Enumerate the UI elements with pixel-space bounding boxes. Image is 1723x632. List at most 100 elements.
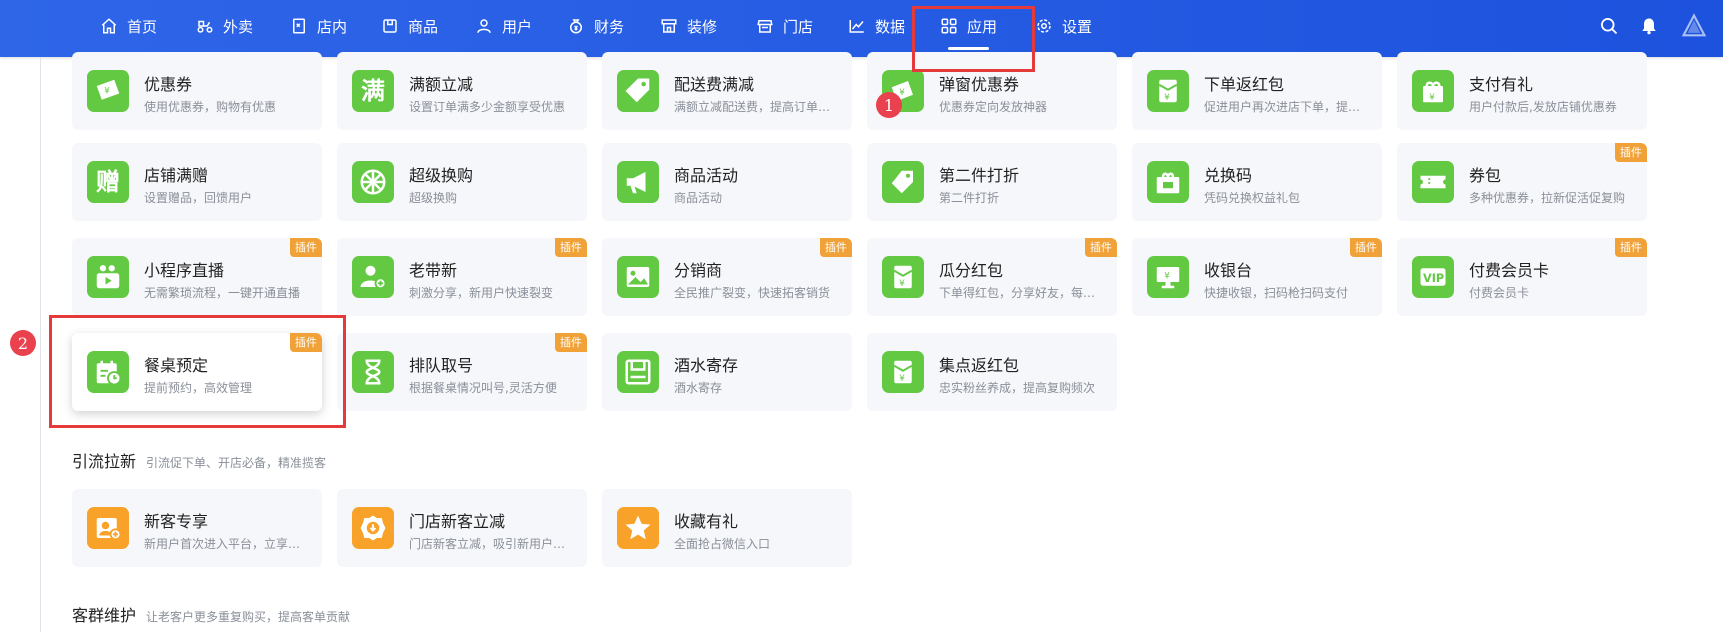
card-title: 小程序直播 — [144, 261, 225, 280]
chart-line-icon — [849, 20, 864, 33]
svg-text:¥: ¥ — [104, 87, 110, 97]
nav-users[interactable]: 用户 — [475, 0, 532, 52]
card-desc: 提前预约，高效管理 — [144, 381, 253, 395]
app-card-coupon[interactable]: ¥ 优惠券 使用优惠券，购物有优惠 — [72, 52, 322, 130]
coupon-icon: ¥ — [96, 79, 120, 100]
svg-text:¥: ¥ — [1429, 93, 1435, 103]
app-card-store-new-customer-discount[interactable]: 门店新客立减 门店新客立减，吸引新用户下单 — [337, 489, 587, 567]
card-title: 店铺满赠 — [144, 166, 209, 185]
nav-label: 门店 — [783, 17, 814, 36]
app-card-split-red-envelope[interactable]: ¥ 瓜分红包 下单得红包，分享好友，每人都有 插件 — [867, 238, 1117, 316]
app-card-order-red-envelope[interactable]: ¥ 下单返红包 促进用户再次进店下单，提升复购 — [1132, 52, 1382, 130]
card-title: 分销商 — [674, 261, 723, 280]
app-card-super-exchange[interactable]: 超级换购 超级换购 — [337, 143, 587, 221]
avatar[interactable] — [1680, 0, 1708, 52]
app-card-cashier[interactable]: ¥ 收银台 快捷收银，扫码枪扫码支付 插件 — [1132, 238, 1382, 316]
app-card-queue-number[interactable]: 排队取号 根据餐桌情况叫号,灵活方便 插件 — [337, 333, 587, 411]
app-card-new-customer[interactable]: 新客专享 新用户首次进入平台，立享好礼 — [72, 489, 322, 567]
card-desc: 商品活动 — [674, 191, 723, 205]
plugin-badge: 插件 — [290, 333, 322, 352]
card-desc: 全民推广裂变，快速拓客销货 — [674, 286, 831, 300]
plugin-badge: 插件 — [555, 238, 587, 257]
nav-label: 首页 — [127, 17, 158, 36]
avatar-logo-icon — [1681, 13, 1707, 37]
bell-icon — [1642, 18, 1656, 35]
app-card-table-reservation[interactable]: 餐桌预定 提前预约，高效管理 插件 — [72, 333, 322, 411]
app-card-popup-coupon[interactable]: ¥ 弹窗优惠券 优惠券定向发放神器 — [867, 52, 1117, 130]
live-camera-icon — [96, 265, 120, 289]
nav-finance[interactable]: 财务 — [567, 0, 624, 52]
card-desc: 快捷收银，扫码枪扫码支付 — [1204, 286, 1349, 300]
red-envelope-icon: ¥ — [1158, 79, 1178, 103]
card-desc: 新用户首次进入平台，立享好礼 — [144, 537, 309, 551]
app-card-product-activity[interactable]: 商品活动 商品活动 — [602, 143, 852, 221]
section-title-retention: 客群维护 让老客户更多重复购买，提高客单贡献 — [72, 606, 351, 625]
apps-grid-icon — [941, 18, 957, 34]
content-left-border — [40, 57, 41, 632]
store-icon — [757, 20, 773, 33]
nav-in-store[interactable]: 店内 — [290, 0, 347, 52]
full-reduce-icon: 满 — [352, 70, 394, 112]
card-desc: 使用优惠券，购物有优惠 — [144, 100, 277, 114]
nav-settings[interactable]: 设置 — [1035, 0, 1092, 52]
nav-stores[interactable]: 门店 — [756, 0, 813, 52]
card-title: 集点返红包 — [939, 356, 1020, 375]
card-title: 超级换购 — [409, 166, 474, 185]
nav-products[interactable]: 商品 — [381, 0, 438, 52]
plugin-badge: 插件 — [1350, 238, 1382, 257]
storage-box-icon — [625, 359, 651, 385]
plugin-badge: 插件 — [1615, 143, 1647, 162]
app-card-referral[interactable]: 老带新 刺激分享，新用户快速裂变 插件 — [337, 238, 587, 316]
card-desc: 根据餐桌情况叫号,灵活方便 — [409, 381, 557, 395]
app-card-pay-gift[interactable]: ¥ 支付有礼 用户付款后,发放店铺优惠券 — [1397, 52, 1647, 130]
hourglass-icon — [365, 359, 381, 385]
user-icon — [477, 19, 491, 33]
app-card-redeem-code[interactable]: 兑换码 凭码兑换权益礼包 — [1132, 143, 1382, 221]
cashier-icon: ¥ — [1156, 267, 1180, 289]
app-card-points-red-envelope[interactable]: ¥ 集点返红包 忠实粉丝养成，提高复购频次 — [867, 333, 1117, 411]
nav-decoration[interactable]: 装修 — [660, 0, 717, 52]
nav-home[interactable]: 首页 — [100, 0, 157, 52]
app-card-store-gift[interactable]: 赠 店铺满赠 设置赠品，回馈用户 — [72, 143, 322, 221]
price-tag-icon — [891, 170, 913, 194]
card-title: 支付有礼 — [1469, 75, 1534, 94]
card-desc: 下单得红包，分享好友，每人都有 — [939, 286, 1104, 300]
app-card-coupon-pack[interactable]: 券包 多种优惠券，拉新促活促复购 插件 — [1397, 143, 1647, 221]
nav-label: 店内 — [317, 17, 348, 36]
card-title: 优惠券 — [144, 75, 193, 94]
app-card-paid-membership[interactable]: VIP 付费会员卡 付费会员卡 插件 — [1397, 238, 1647, 316]
app-card-favorite-gift[interactable]: 收藏有礼 全面抢占微信入口 — [602, 489, 852, 567]
svg-text:VIP: VIP — [1423, 272, 1444, 285]
image-icon — [626, 267, 650, 287]
box-icon — [383, 19, 397, 33]
plugin-badge: 插件 — [555, 333, 587, 352]
nav-label: 装修 — [687, 17, 718, 36]
nav-apps[interactable]: 应用 — [940, 0, 997, 52]
app-card-delivery-discount[interactable]: 配送费满减 满额立减配送费，提高订单流量 — [602, 52, 852, 130]
plugin-badge: 插件 — [820, 238, 852, 257]
section-subtitle: 引流促下单、开店必备，精准揽客 — [146, 456, 327, 470]
nav-label: 财务 — [594, 17, 625, 36]
app-card-liquor-storage[interactable]: 酒水寄存 酒水寄存 — [602, 333, 852, 411]
app-card-mini-program-live[interactable]: 小程序直播 无需繁琐流程，一键开通直播 插件 — [72, 238, 322, 316]
user-add-icon — [360, 265, 387, 290]
search-button[interactable] — [1599, 0, 1619, 52]
card-desc: 酒水寄存 — [674, 381, 723, 395]
top-nav-bar: 首页 外卖 店内 商品 用户 财务 装修 门店 数据 应用 设置 — [0, 0, 1723, 57]
nav-takeout[interactable]: 外卖 — [196, 0, 253, 52]
app-card-distributor[interactable]: 分销商 全民推广裂变，快速拓客销货 插件 — [602, 238, 852, 316]
card-desc: 用户付款后,发放店铺优惠券 — [1469, 100, 1617, 114]
notification-button[interactable] — [1639, 0, 1659, 52]
card-title: 付费会员卡 — [1469, 261, 1550, 280]
nav-data[interactable]: 数据 — [848, 0, 905, 52]
nav-label: 数据 — [875, 17, 906, 36]
calendar-clock-icon — [96, 360, 122, 386]
svg-text:¥: ¥ — [1164, 271, 1170, 281]
app-card-full-reduce[interactable]: 满 满额立减 设置订单满多少金额享受优惠 — [337, 52, 587, 130]
app-card-second-item-discount[interactable]: 第二件打折 第二件打折 — [867, 143, 1117, 221]
section-subtitle: 让老客户更多重复购买，提高客单贡献 — [146, 610, 351, 624]
card-title: 满额立减 — [409, 75, 474, 94]
card-title: 餐桌预定 — [144, 356, 209, 375]
card-desc: 满额立减配送费，提高订单流量 — [674, 100, 839, 114]
plugin-badge: 插件 — [1615, 238, 1647, 257]
